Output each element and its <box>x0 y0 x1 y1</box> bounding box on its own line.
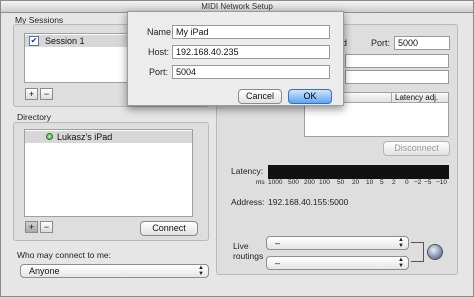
latency-tick: ms <box>256 179 265 186</box>
sheet-name-field[interactable]: My iPad <box>172 25 330 39</box>
who-may-connect-popup[interactable]: Anyone ▲ ▼ <box>20 264 209 278</box>
directory-item-label: Lukasz's iPad <box>57 132 113 142</box>
remove-session-button[interactable]: − <box>40 88 53 100</box>
address-label: Address: <box>231 197 265 207</box>
popup-arrows-icon: ▲ ▼ <box>198 265 204 277</box>
live-routing-output-value: – <box>275 258 281 268</box>
bonjour-name-field[interactable] <box>345 54 449 68</box>
remove-directory-button[interactable]: − <box>40 221 53 233</box>
sheet-name-label: Name <box>147 27 172 37</box>
live-routings-label-line2: routings <box>233 251 264 261</box>
session-label: Session 1 <box>45 36 85 46</box>
sessions-list[interactable]: ✔ Session 1 <box>24 33 129 83</box>
latency-tick: 10 <box>366 179 374 186</box>
directory-row[interactable]: Lukasz's iPad <box>25 131 192 143</box>
latency-tick: −2 <box>414 179 422 186</box>
cancel-button[interactable]: Cancel <box>238 89 282 104</box>
live-routings-label-line1: Live <box>233 241 249 251</box>
latency-label: Latency: <box>231 166 264 176</box>
latency-tick: 500 <box>288 179 299 186</box>
session-row[interactable]: ✔ Session 1 <box>25 35 128 47</box>
add-session-button[interactable]: + <box>25 88 38 100</box>
add-directory-button[interactable]: + <box>25 221 38 233</box>
latency-tick: 50 <box>337 179 345 186</box>
routing-bracket <box>411 242 424 262</box>
network-globe-icon <box>427 244 443 260</box>
sheet-host-field[interactable]: 192.168.40.235 <box>172 45 330 59</box>
latency-tick: 2 <box>392 179 396 186</box>
latency-tick: 0 <box>405 179 409 186</box>
disconnect-button[interactable]: Disconnect <box>383 141 450 156</box>
sheet-host-label: Host: <box>148 47 170 57</box>
popup-arrows-icon: ▲ ▼ <box>398 237 404 249</box>
latency-meter <box>268 165 449 179</box>
directory-heading: Directory <box>17 112 52 122</box>
who-may-connect-value: Anyone <box>29 266 60 276</box>
popup-arrows-icon: ▲ ▼ <box>398 257 404 269</box>
ok-button[interactable]: OK <box>288 89 332 104</box>
session-enabled-checkbox[interactable]: ✔ <box>29 36 39 46</box>
directory-list[interactable]: Lukasz's iPad <box>24 129 193 217</box>
local-port-field[interactable]: 5000 <box>394 36 450 50</box>
local-port-label: Port: <box>371 38 391 48</box>
live-routing-input-popup[interactable]: – ▲ ▼ <box>266 236 409 250</box>
latency-tick: 5 <box>380 179 384 186</box>
add-participant-sheet: Name My iPad Host: 192.168.40.235 Port: … <box>127 11 344 106</box>
latency-tick: 20 <box>352 179 360 186</box>
latency-tick: 100 <box>319 179 330 186</box>
latency-tick: 200 <box>304 179 315 186</box>
connect-button[interactable]: Connect <box>140 221 198 236</box>
live-routing-output-popup[interactable]: – ▲ ▼ <box>266 256 409 270</box>
address-value: 192.168.40.155:5000 <box>268 197 349 207</box>
latency-tick: 1000 <box>268 179 283 186</box>
sheet-port-field[interactable]: 5004 <box>172 65 330 79</box>
latency-adj-column-header[interactable]: Latency adj. <box>395 93 438 103</box>
latency-tick: −5 <box>424 179 432 186</box>
latency-tick: −10 <box>436 179 448 186</box>
column-divider <box>391 93 392 103</box>
live-routing-input-value: – <box>275 238 281 248</box>
who-may-connect-label: Who may connect to me: <box>17 250 112 260</box>
sheet-port-label: Port: <box>149 67 169 77</box>
secondary-field[interactable] <box>345 70 449 84</box>
online-status-icon <box>46 133 53 140</box>
